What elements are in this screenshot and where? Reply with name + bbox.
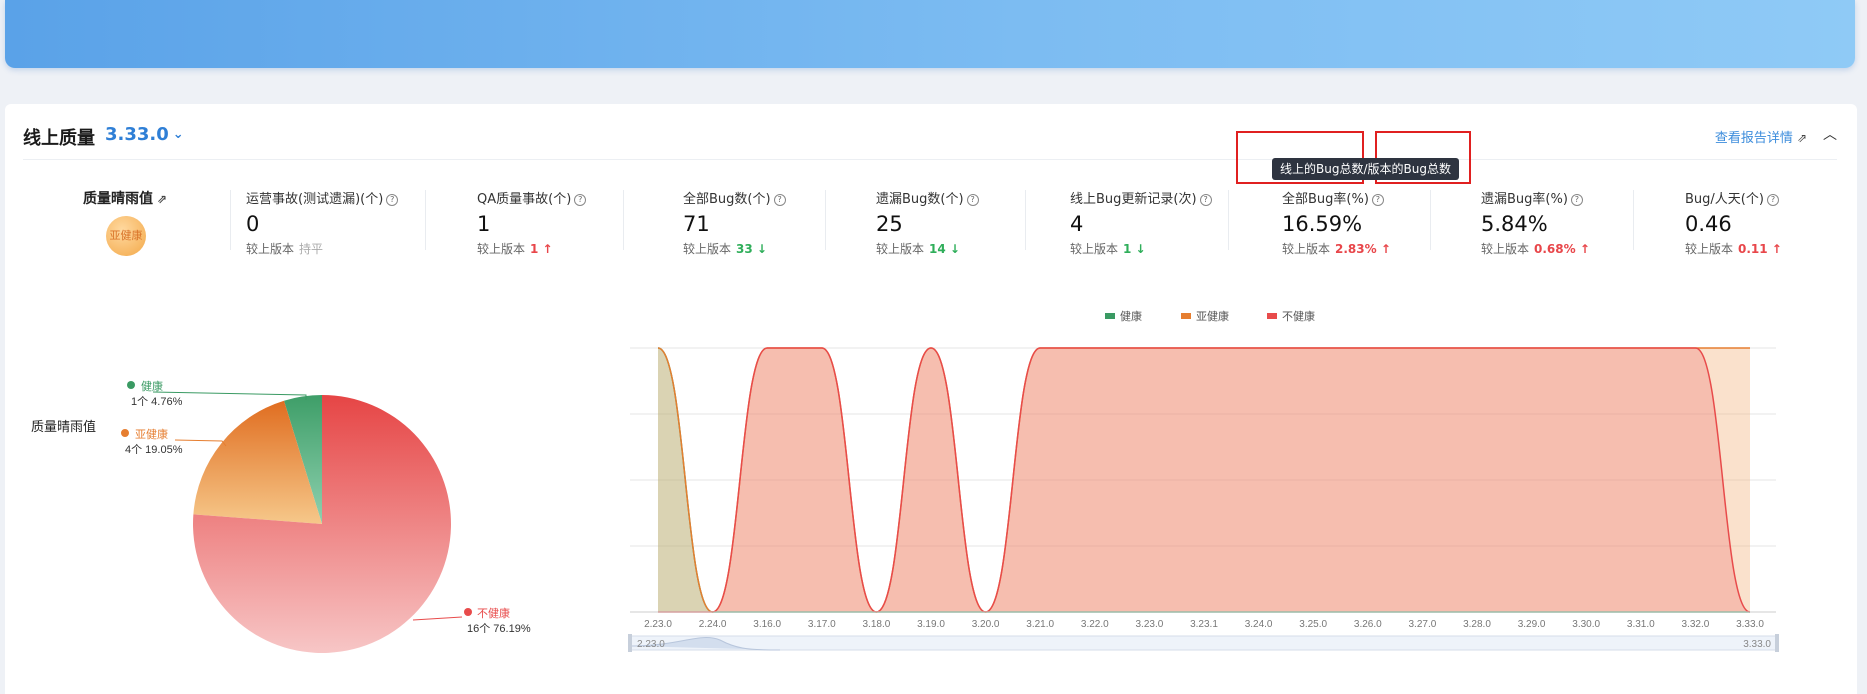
legend-swatch [1181,313,1191,319]
x-tick-label: 3.16.0 [753,619,781,630]
zoom-handle-right [1775,634,1779,652]
x-tick-label: 3.25.0 [1299,619,1327,630]
zoom-end-label: 3.33.0 [1743,639,1771,650]
x-tick-label: 3.29.0 [1518,619,1546,630]
x-tick-label: 2.24.0 [699,619,727,630]
x-tick-label: 3.27.0 [1408,619,1436,630]
zoom-start-label: 2.23.0 [637,639,665,650]
x-tick-label: 3.31.0 [1627,619,1655,630]
legend-label: 亚健康 [1196,309,1229,323]
pie-label-line [174,439,227,447]
x-tick-label: 3.32.0 [1681,619,1709,630]
pie-legend-dot [127,381,135,389]
legend-label: 健康 [1120,309,1142,323]
legend-swatch [1105,313,1115,319]
zoom-handle-left [628,634,632,652]
x-tick-label: 3.22.0 [1081,619,1109,630]
legend-label: 不健康 [1282,309,1315,323]
metric-tooltip: 线上的Bug总数/版本的Bug总数 [1272,158,1459,180]
x-tick-label: 3.30.0 [1572,619,1600,630]
x-tick-label: 3.28.0 [1463,619,1491,630]
zoom-slider [629,635,1778,651]
charts-layer: 健康 1个 4.76% 亚健康 4个 19.05% 不健康 16个 76.19% 2.23.… [121,309,1779,653]
area-fill-不健康 [658,348,1750,612]
legend-swatch [1267,313,1277,319]
x-tick-label: 3.17.0 [808,619,836,630]
x-tick-label: 3.23.1 [1190,619,1218,630]
pie-label-line [412,616,463,621]
pie-label-name: 亚健康 [135,427,168,441]
pie-label-value: 1个 4.76% [131,395,183,408]
x-tick-label: 3.24.0 [1245,619,1273,630]
pie-label-value: 16个 76.19% [467,622,531,635]
x-tick-label: 3.33.0 [1736,619,1764,630]
x-tick-label: 3.21.0 [1026,619,1054,630]
x-tick-label: 2.23.0 [644,619,672,630]
x-tick-label: 3.19.0 [917,619,945,630]
x-tick-label: 3.20.0 [972,619,1000,630]
pie-legend-dot [121,429,129,437]
x-tick-label: 3.23.0 [1135,619,1163,630]
pie-label-value: 4个 19.05% [125,443,183,456]
x-tick-label: 3.18.0 [862,619,890,630]
pie-legend-dot [464,608,472,616]
pie-label-name: 不健康 [477,606,510,620]
x-tick-label: 3.26.0 [1354,619,1382,630]
pie-label-name: 健康 [141,379,163,393]
